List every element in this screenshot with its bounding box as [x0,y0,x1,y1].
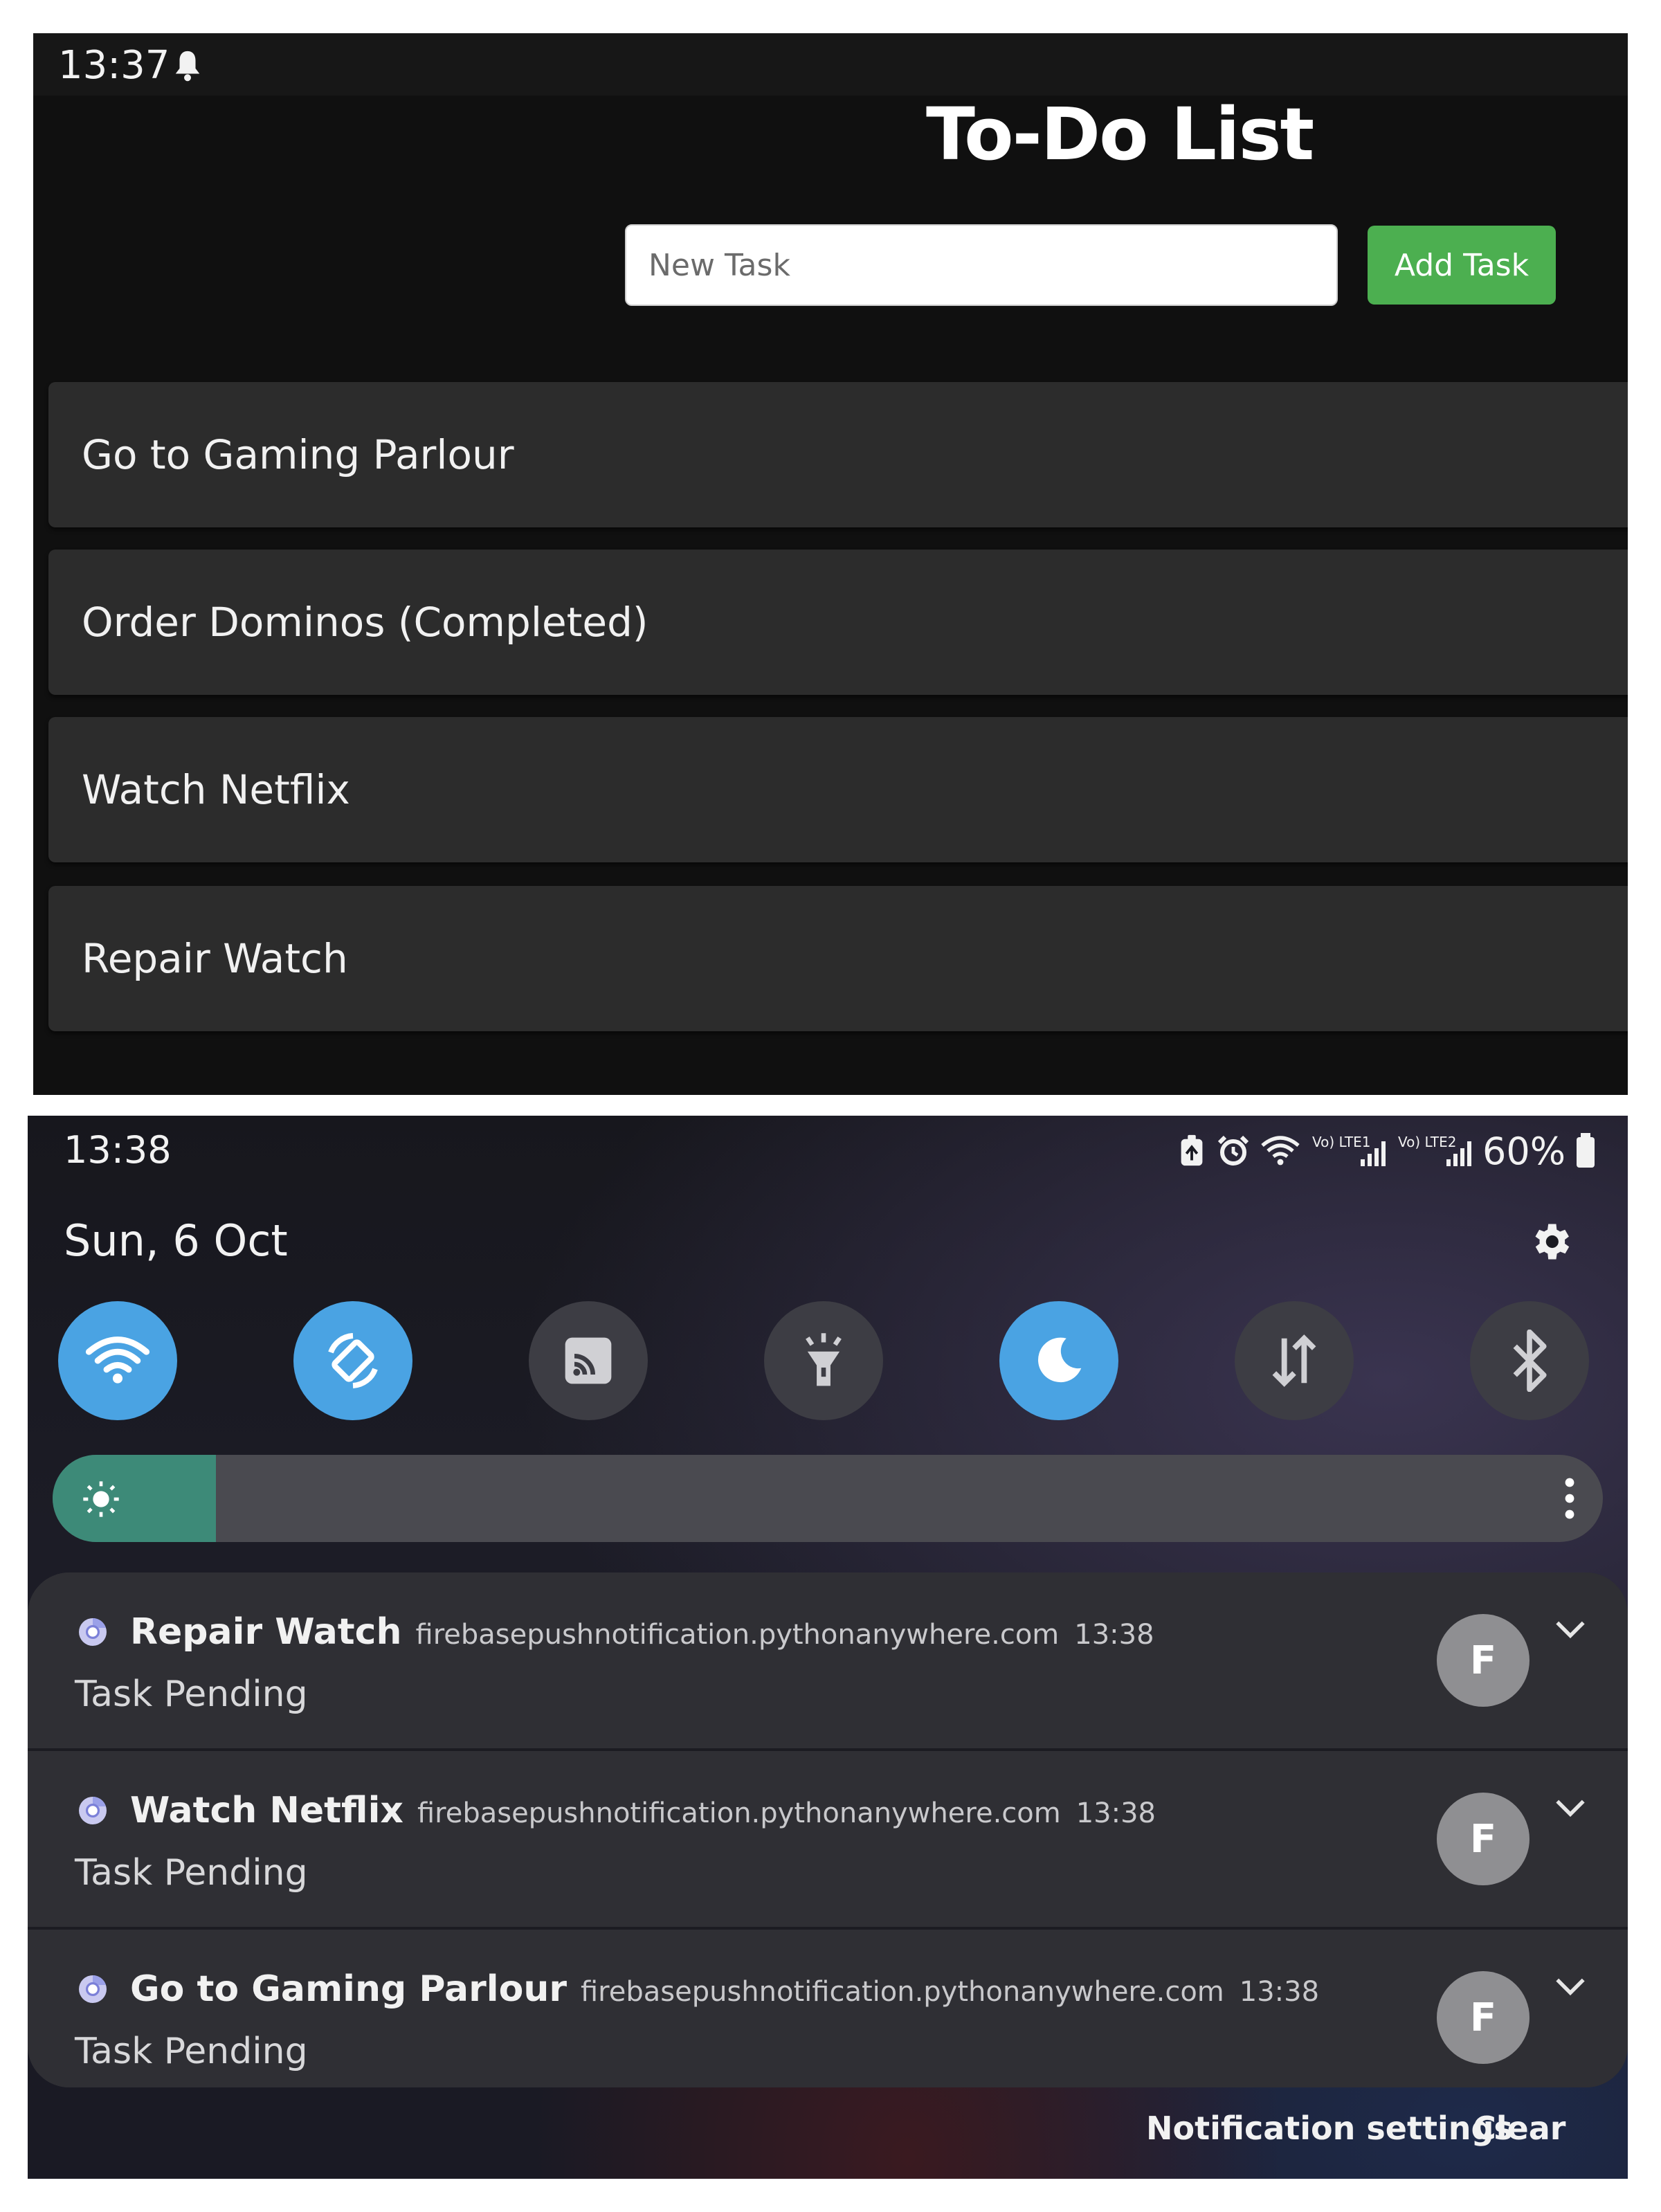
quick-setting-wifi[interactable] [58,1301,177,1420]
task-label: Watch Netflix [82,766,350,813]
battery-saver-icon [1181,1134,1203,1166]
lte2-signal-icon: Vo) LTE2 [1398,1134,1471,1166]
new-task-input[interactable] [625,224,1338,306]
todo-app-screen: 13:37 To-Do List Add Task Go to Gaming P… [33,33,1628,1095]
bluetooth-icon [1513,1330,1547,1392]
chevron-down-icon[interactable] [1553,1797,1588,1820]
notification-time: 13:38 [1074,1619,1154,1651]
date-label: Sun, 6 Oct [64,1215,288,1266]
notification-list: Repair Watch firebasepushnotification.py… [28,1572,1628,2087]
notification-domain: firebasepushnotification.pythonanywhere.… [580,1976,1224,2008]
notification-title: Repair Watch [130,1611,402,1653]
quick-setting-auto-rotate[interactable] [293,1301,412,1420]
more-options-icon[interactable] [1564,1477,1575,1520]
alarm-icon [1217,1135,1249,1166]
chrome-icon [79,1797,107,1824]
notification-shade-screen: 13:38 Vo) LTE1 Vo) LTE2 60% Sun, 6 Oct R… [28,1116,1628,2179]
chevron-down-icon[interactable] [1553,1618,1588,1642]
quick-setting-cast[interactable] [529,1301,648,1420]
wifi-icon [85,1336,150,1384]
chrome-icon [79,1618,107,1646]
chrome-icon [79,1975,107,2003]
quick-setting-dark-mode[interactable] [999,1301,1118,1420]
lte1-signal-icon: Vo) LTE1 [1312,1134,1386,1166]
quick-setting-mobile-data[interactable] [1235,1301,1354,1420]
bell-icon [175,51,200,82]
notification-domain: firebasepushnotification.pythonanywhere.… [417,1797,1061,1829]
svg-text:Vo) LTE1: Vo) LTE1 [1312,1134,1371,1150]
task-item[interactable]: Watch Netflix [48,717,1628,862]
sun-icon [83,1481,119,1517]
brightness-fill [53,1455,216,1542]
gear-icon[interactable] [1527,1218,1574,1265]
flashlight-icon [806,1333,842,1386]
notification-body: Task Pending [75,1852,308,1894]
page-title: To-Do List [926,92,1314,176]
notification-card[interactable]: Repair Watch firebasepushnotification.py… [28,1572,1628,1748]
notification-settings-button[interactable]: Notification settings [1146,2110,1513,2147]
chevron-down-icon[interactable] [1553,1975,1588,1999]
wifi-icon [1261,1136,1300,1166]
brightness-slider[interactable] [53,1455,1603,1542]
task-label: Repair Watch [82,935,348,982]
moon-icon [1038,1337,1082,1383]
auto-rotate-icon [328,1333,378,1388]
notification-title: Go to Gaming Parlour [130,1968,567,2010]
avatar: F [1437,1793,1530,1885]
clear-button[interactable]: Clear [1473,2110,1565,2147]
task-item[interactable]: Repair Watch [48,886,1628,1031]
data-transfer-icon [1272,1334,1316,1387]
add-task-button[interactable]: Add Task [1368,226,1556,305]
notification-card[interactable]: Go to Gaming Parlour firebasepushnotific… [28,1930,1628,2087]
cast-icon [565,1337,612,1384]
notification-body: Task Pending [75,1674,308,1715]
status-bar: 13:37 [33,33,1628,96]
task-label: Go to Gaming Parlour [82,431,514,478]
status-clock: 13:37 [58,43,170,88]
quick-setting-bluetooth[interactable] [1470,1301,1589,1420]
avatar: F [1437,1971,1530,2064]
svg-text:Vo) LTE2: Vo) LTE2 [1398,1134,1457,1150]
avatar: F [1437,1614,1530,1707]
task-label: Order Dominos (Completed) [82,599,648,646]
battery-icon [1577,1133,1595,1168]
notification-card[interactable]: Watch Netflix firebasepushnotification.p… [28,1751,1628,1927]
notification-time: 13:38 [1239,1976,1320,2008]
quick-setting-flashlight[interactable] [764,1301,883,1420]
task-item[interactable]: Go to Gaming Parlour [48,382,1628,527]
task-item[interactable]: Order Dominos (Completed) [48,550,1628,695]
notification-time: 13:38 [1075,1797,1156,1829]
notification-body: Task Pending [75,2031,308,2072]
battery-percent: 60% [1482,1129,1566,1173]
status-clock: 13:38 [64,1128,172,1172]
status-icons: Vo) LTE1 Vo) LTE2 60% [1177,1127,1596,1175]
notification-title: Watch Netflix [130,1790,403,1831]
notification-domain: firebasepushnotification.pythonanywhere.… [415,1619,1060,1651]
